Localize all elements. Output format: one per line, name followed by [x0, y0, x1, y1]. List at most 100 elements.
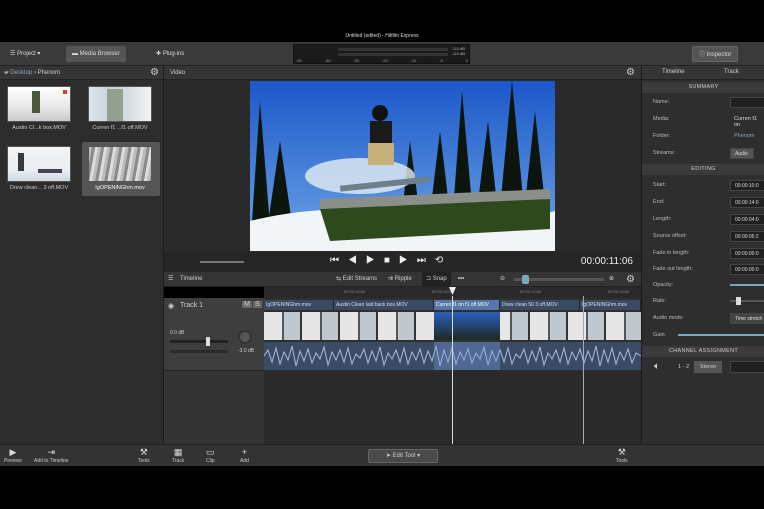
track-menu-button[interactable]: ▦ Track	[172, 447, 184, 464]
plugins-button[interactable]: ✚ Plug-ins	[150, 46, 190, 62]
meter-bar-right	[338, 53, 448, 56]
ripple-icon: ⇉	[388, 276, 394, 282]
info-icon: ⓘ	[699, 52, 706, 58]
chevron-down-icon: ▾	[417, 453, 421, 459]
edit-streams-label: Edit Streams	[342, 276, 378, 282]
selected-clip-thumbnails	[434, 312, 500, 340]
tools-left-button[interactable]: ⚒ Tools	[138, 447, 150, 464]
media-browser-label: Media Browser	[79, 51, 120, 57]
clip-menu-button[interactable]: ▭ Clip	[206, 447, 215, 464]
clip-title[interactable]: Austin Clean laid back box.MOV	[334, 300, 434, 310]
gain-slider[interactable]	[678, 334, 764, 336]
breadcrumb-phenom[interactable]: Phenom	[38, 70, 60, 76]
clip-title-selected[interactable]: Curren f1 on f1 off.MOV	[434, 300, 500, 310]
transport-buttons: ⏮◀▶■▶⏭⟲	[330, 255, 452, 266]
eye-icon[interactable]: ◉	[168, 302, 174, 310]
meter-tick: -12	[410, 58, 417, 63]
stereo-select[interactable]: Stereo	[694, 361, 722, 373]
add-menu-label: Add	[240, 458, 249, 464]
edit-streams-button[interactable]: ⇆ Edit Streams	[336, 272, 377, 287]
playhead-line[interactable]	[452, 296, 453, 444]
main-toolbar: ☰ Project ▾ ▬ Media Browser ✚ Plug-ins -…	[0, 42, 764, 66]
play-icon[interactable]: ▶	[366, 255, 384, 266]
media-thumbnail[interactable]	[88, 86, 152, 122]
streams-audio-toggle[interactable]: Audio	[730, 148, 754, 159]
more-icon[interactable]: •••	[458, 272, 464, 287]
tab-track[interactable]: Track	[724, 69, 739, 75]
zoom-slider-handle[interactable]	[522, 275, 529, 284]
source-offset-field[interactable]: 00:00:05:2	[730, 231, 764, 242]
step-back-icon[interactable]: ◀	[348, 255, 366, 266]
timeline-header: ☰ Timeline ⇆ Edit Streams ⇉ Ripple ⊐ Sna…	[164, 272, 641, 287]
fade-in-field[interactable]: 00:00:00:0	[730, 248, 764, 259]
audio-meter: -3.0 dB -3.0 dB -60 -45 -30 -20 -12 -6 0	[293, 44, 470, 64]
solo-button[interactable]: S	[253, 301, 262, 308]
media-item-label: Curren f1 ...f1 off.MOV	[92, 125, 148, 131]
add-menu-button[interactable]: + Add	[240, 447, 249, 464]
track-gain-handle[interactable]	[206, 337, 210, 346]
skip-forward-icon[interactable]: ⏭	[417, 255, 435, 266]
zoom-out-icon[interactable]: ⊖	[500, 272, 505, 287]
meter-tick: 0	[465, 58, 468, 63]
end-field[interactable]: 00:00:14:0	[730, 197, 764, 208]
add-to-timeline-icon: ⇥	[47, 447, 55, 457]
media-thumbnail[interactable]	[88, 146, 152, 182]
folder-link[interactable]: Phenom	[734, 133, 755, 139]
loop-icon[interactable]: ⟲	[435, 255, 452, 266]
ruler-tick: 00:00:13:00	[608, 289, 630, 294]
chevron-down-icon: ▾	[37, 51, 41, 57]
step-forward-icon[interactable]: ▶	[399, 255, 417, 266]
project-menu-button[interactable]: ☰ Project ▾	[4, 46, 46, 62]
start-field[interactable]: 00:00:10:0	[730, 180, 764, 191]
project-label: Project	[17, 51, 36, 57]
zoom-in-icon[interactable]: ⊕	[609, 272, 614, 287]
add-to-timeline-button[interactable]: ⇥ Add to Timeline	[34, 447, 68, 464]
gear-icon[interactable]: ⚙	[626, 66, 635, 80]
meter-scale: -60 -45 -30 -20 -12 -6 0	[296, 58, 468, 63]
gear-icon[interactable]: ⚙	[626, 272, 635, 287]
wrench-icon: ⚒	[139, 447, 148, 457]
ripple-button[interactable]: ⇉ Ripple	[388, 272, 412, 287]
pan-knob[interactable]	[238, 330, 252, 344]
breadcrumb-desktop[interactable]: Desktop	[10, 70, 32, 76]
streams-label: Streams:	[653, 150, 676, 156]
rate-slider[interactable]	[730, 297, 764, 305]
length-field[interactable]: 00:00:04:0	[730, 214, 764, 225]
channel-field[interactable]	[730, 361, 764, 373]
rate-slider-handle[interactable]	[736, 297, 741, 305]
clip-title[interactable]: Drew clean 50 3 off.MOV	[500, 300, 580, 310]
fade-out-field[interactable]: 00:00:00:0	[730, 264, 764, 275]
timecode-display: 00:00:11:06	[580, 256, 633, 267]
mute-button[interactable]: M	[242, 301, 252, 308]
tools-right-button[interactable]: ⚒ Tools	[616, 447, 628, 464]
play-icon: ▶	[9, 447, 17, 457]
name-field[interactable]	[730, 97, 764, 108]
clip-title[interactable]: IgOPENINGhm.mov	[264, 300, 334, 310]
hamburger-icon: ☰	[10, 51, 16, 57]
preview-button[interactable]: ▶ Preview	[4, 447, 22, 464]
media-item-label: Austin Cl...k box.MOV	[12, 125, 66, 131]
meter-tick: -20	[381, 58, 388, 63]
edit-streams-icon: ⇆	[336, 276, 342, 282]
video-preview-frame[interactable]	[250, 81, 555, 251]
media-browser-button[interactable]: ▬ Media Browser	[66, 46, 126, 62]
stop-icon[interactable]: ■	[384, 255, 399, 266]
gear-icon[interactable]: ⚙	[150, 66, 159, 80]
marker-line	[583, 296, 584, 444]
video-panel-title: Video	[170, 70, 186, 76]
volume-slider[interactable]	[200, 261, 244, 263]
media-thumbnail[interactable]	[7, 86, 71, 122]
edit-tool-select[interactable]: ➤ Edit Tool ▾	[368, 449, 438, 463]
track-name: Track 1	[180, 302, 204, 309]
track-gain-slider[interactable]	[170, 337, 228, 346]
zoom-slider[interactable]	[514, 275, 604, 284]
media-thumbnail[interactable]	[7, 146, 71, 182]
clip-title[interactable]: IgOPENINGhm.mov	[580, 300, 641, 310]
inspector-button[interactable]: ⓘ Inspector	[692, 46, 739, 62]
audio-mode-select[interactable]: Time stretch	[730, 313, 764, 324]
snap-button[interactable]: ⊐ Snap	[422, 272, 451, 287]
skip-back-icon[interactable]: ⏮	[330, 255, 348, 266]
opacity-slider[interactable]	[730, 284, 764, 286]
tab-timeline[interactable]: Timeline	[662, 69, 684, 75]
inspector-label: Inspector	[706, 52, 732, 58]
